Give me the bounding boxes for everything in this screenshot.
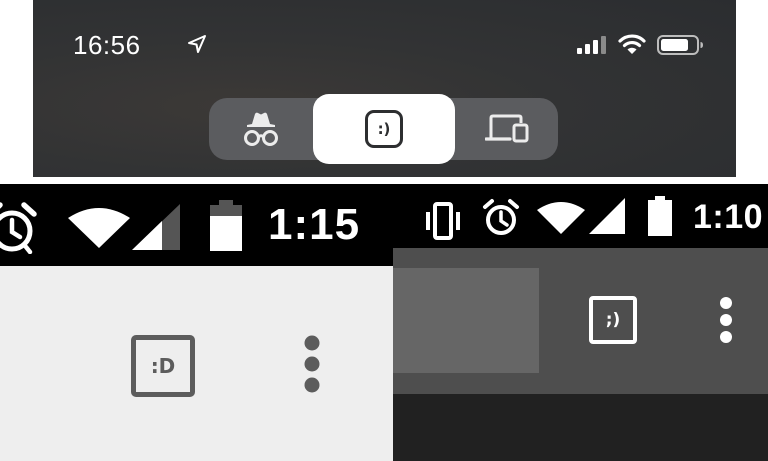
battery-icon	[210, 200, 242, 251]
battery-icon	[648, 196, 672, 236]
vibrate-icon	[426, 202, 460, 240]
wifi-icon	[68, 208, 130, 248]
devices-icon	[484, 114, 528, 143]
more-vert-icon[interactable]	[302, 334, 322, 396]
status-time: 16:56	[73, 30, 141, 60]
tab-normal[interactable]: :)	[313, 94, 455, 164]
location-arrow-icon	[188, 35, 206, 53]
alarm-icon	[483, 199, 519, 235]
cellular-signal-icon	[132, 204, 180, 250]
status-time: 1:10	[693, 198, 764, 236]
tab-switcher-segmented-control: :)	[209, 94, 558, 164]
wifi-icon	[618, 34, 646, 54]
more-vert-icon[interactable]	[717, 296, 735, 344]
tab-switcher-button[interactable]: :D	[131, 335, 195, 397]
status-time: 1:15	[268, 200, 361, 249]
tab-incognito[interactable]	[209, 98, 313, 160]
status-bar: 1:15	[0, 184, 393, 266]
url-bar[interactable]	[393, 268, 539, 373]
alarm-icon	[0, 202, 37, 254]
tab-switcher-button[interactable]: ;)	[589, 296, 637, 344]
status-bar: 1:10	[393, 184, 768, 248]
cellular-signal-icon	[589, 198, 625, 234]
ios-browser-screen: 16:56 :)	[33, 0, 736, 177]
cellular-signal-icon	[577, 36, 606, 54]
tab-devices[interactable]	[455, 98, 558, 160]
android-browser-dark: 1:10 ;)	[393, 184, 768, 461]
incognito-icon	[244, 112, 278, 146]
tab-counter-icon: :)	[365, 110, 403, 148]
wifi-icon	[537, 202, 585, 234]
battery-icon	[657, 35, 703, 55]
android-browser-light: 1:15 :D	[0, 184, 393, 461]
